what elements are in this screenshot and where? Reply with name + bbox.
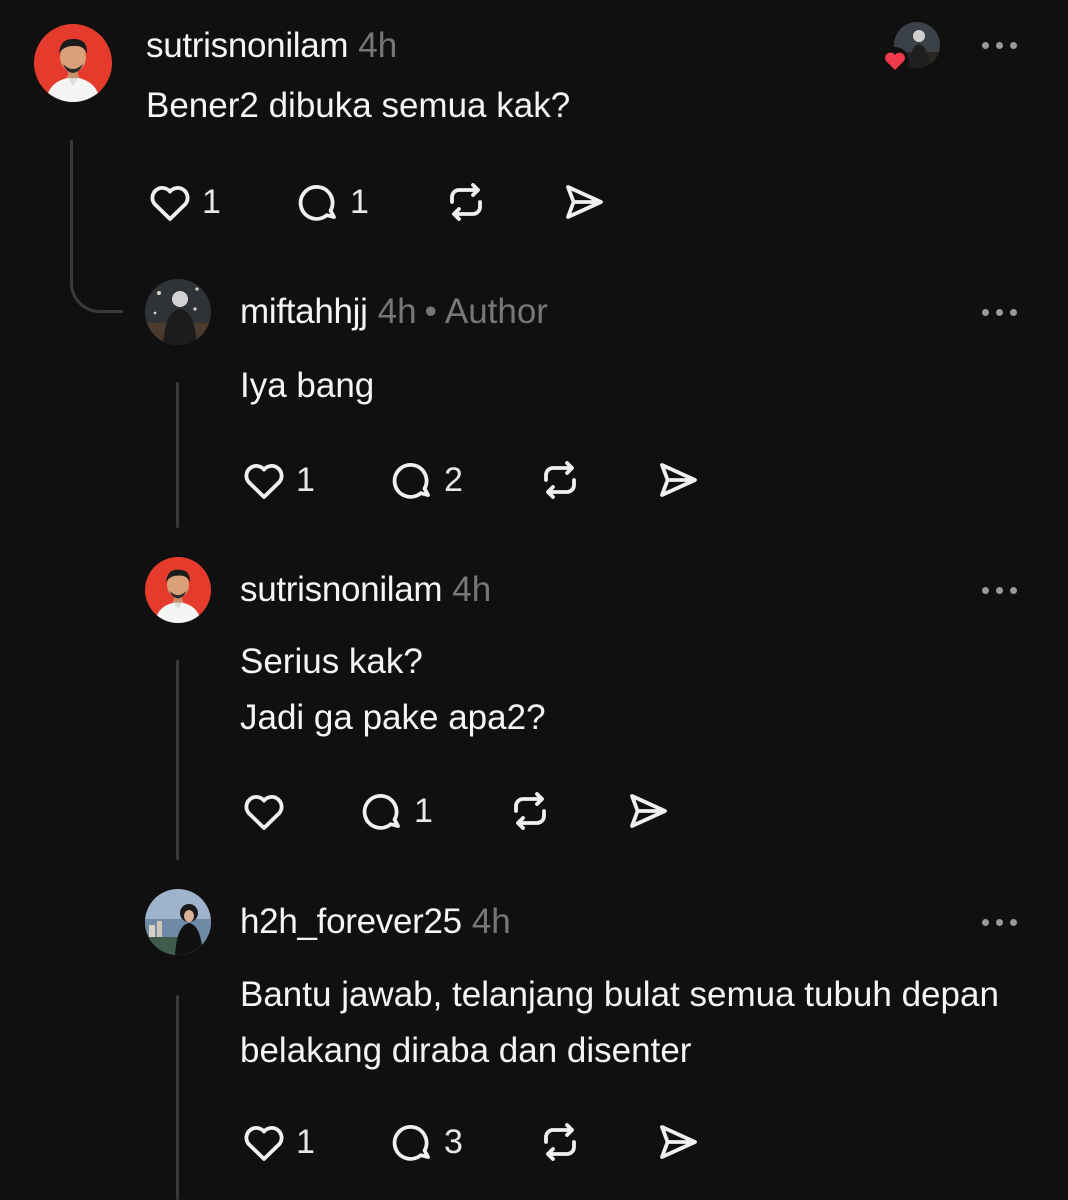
share-button[interactable]	[654, 456, 702, 504]
more-options-button[interactable]	[982, 309, 1017, 316]
like-button[interactable]	[240, 787, 358, 835]
repost-button[interactable]	[536, 456, 654, 504]
reply-count: 3	[444, 1122, 463, 1161]
heart-icon	[150, 186, 190, 221]
comment-icon	[362, 794, 400, 830]
action-bar: 1 2	[240, 456, 702, 504]
repost-icon	[544, 461, 576, 499]
thread-connector	[70, 140, 123, 313]
liked-heart-badge	[880, 46, 910, 76]
share-button[interactable]	[654, 1118, 702, 1166]
like-count: 1	[296, 460, 315, 499]
reply-count: 2	[444, 460, 463, 499]
like-button[interactable]: 1	[240, 456, 388, 504]
action-bar: 1	[240, 787, 672, 835]
reply-count: 1	[350, 182, 369, 221]
reply-count: 1	[414, 791, 433, 830]
more-options-button[interactable]	[982, 919, 1017, 926]
action-bar: 1 1	[146, 178, 608, 226]
reply-button[interactable]: 2	[388, 456, 536, 504]
more-dots-icon	[982, 309, 989, 316]
send-icon	[660, 1125, 697, 1159]
timestamp: 4h	[358, 26, 398, 65]
reply-button[interactable]: 3	[388, 1118, 536, 1166]
username[interactable]: h2h_forever25	[240, 902, 462, 942]
post-header: miftahhjj 4h • Author	[240, 292, 548, 332]
post-header: h2h_forever25 4h	[240, 902, 511, 942]
timestamp: 4h	[452, 570, 492, 609]
send-icon	[630, 794, 667, 828]
repost-button[interactable]	[506, 787, 624, 835]
timestamp: 4h	[471, 902, 511, 941]
username[interactable]: miftahhjj	[240, 292, 368, 332]
thread-line	[176, 382, 179, 528]
heart-icon	[244, 795, 284, 830]
share-button[interactable]	[560, 178, 608, 226]
author-badge: Author	[444, 292, 548, 331]
comment-icon	[298, 185, 336, 221]
heart-icon	[244, 464, 284, 499]
like-button[interactable]: 1	[146, 178, 294, 226]
avatar[interactable]	[145, 279, 211, 345]
repost-icon	[450, 183, 482, 221]
share-button[interactable]	[624, 787, 672, 835]
repost-icon	[544, 1123, 576, 1161]
like-button[interactable]: 1	[240, 1118, 388, 1166]
reply-button[interactable]: 1	[294, 178, 442, 226]
send-icon	[566, 185, 603, 219]
post-header: sutrisnonilam 4h	[146, 26, 397, 66]
comment-icon	[392, 463, 430, 499]
post-text: Iya bang	[240, 366, 375, 405]
avatar[interactable]	[34, 24, 112, 102]
username[interactable]: sutrisnonilam	[146, 26, 349, 66]
repost-button[interactable]	[442, 178, 560, 226]
more-dots-icon	[982, 42, 989, 49]
username[interactable]: sutrisnonilam	[240, 570, 443, 610]
more-options-button[interactable]	[982, 42, 1017, 49]
repost-icon	[514, 792, 546, 830]
separator: •	[424, 292, 437, 331]
post-text: Bener2 dibuka semua kak?	[146, 86, 571, 125]
post-text: Serius kak? Jadi ga pake apa2?	[240, 642, 546, 737]
like-count: 1	[202, 182, 221, 221]
action-bar: 1 3	[240, 1118, 702, 1166]
post-header: sutrisnonilam 4h	[240, 570, 491, 610]
avatar[interactable]	[145, 889, 211, 955]
repost-button[interactable]	[536, 1118, 654, 1166]
comment-icon	[392, 1125, 430, 1161]
more-dots-icon	[982, 587, 989, 594]
send-icon	[660, 463, 697, 497]
heart-icon	[244, 1126, 284, 1161]
more-dots-icon	[982, 919, 989, 926]
thread-line	[176, 995, 179, 1200]
thread-line	[176, 660, 179, 860]
avatar[interactable]	[145, 557, 211, 623]
more-options-button[interactable]	[982, 587, 1017, 594]
like-count: 1	[296, 1122, 315, 1161]
post-text: Bantu jawab, telanjang bulat semua tubuh…	[240, 975, 999, 1070]
timestamp: 4h	[377, 292, 417, 331]
reply-button[interactable]: 1	[358, 787, 506, 835]
